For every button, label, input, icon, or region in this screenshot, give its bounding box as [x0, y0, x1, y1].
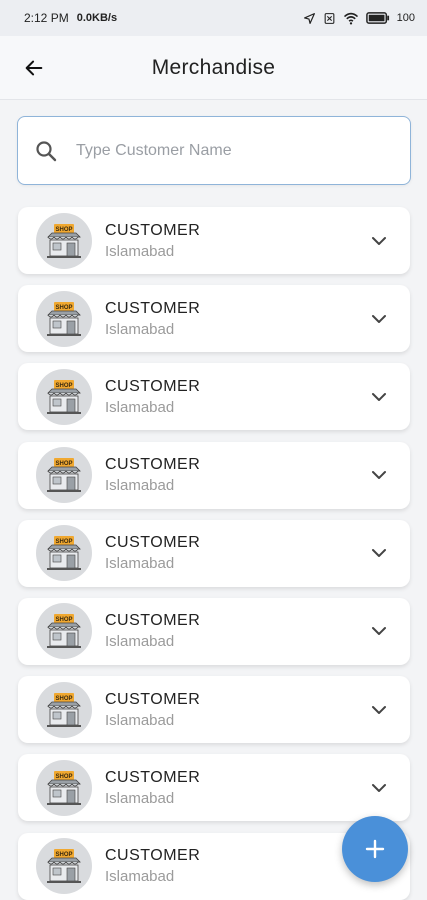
shop-icon: SHOP	[47, 770, 81, 805]
shop-icon: SHOP	[47, 849, 81, 883]
avatar: SHOP	[36, 212, 92, 269]
customer-card[interactable]: SHOP CUSTOMER Islamabad	[18, 519, 410, 587]
chevron-down-icon	[372, 471, 386, 480]
customer-card[interactable]: SHOP CUSTOMER Islamabad	[18, 207, 410, 274]
search-icon	[36, 140, 57, 161]
customer-info: CUSTOMER Islamabad	[105, 454, 200, 496]
shop-sign-text: SHOP	[55, 461, 72, 467]
arrow-left-icon	[25, 60, 43, 76]
customer-info: CUSTOMER Islamabad	[105, 610, 200, 652]
status-network-speed: 0.0KB/s	[76, 12, 118, 24]
expand-button[interactable]	[370, 779, 388, 797]
customer-city: Islamabad	[105, 477, 175, 495]
customer-city: Islamabad	[105, 633, 175, 651]
search-input[interactable]	[76, 141, 376, 160]
chevron-down-icon	[372, 314, 386, 323]
customer-name: CUSTOMER	[105, 690, 201, 708]
shop-icon: SHOP	[47, 458, 81, 493]
avatar: SHOP	[36, 838, 92, 894]
customer-info: CUSTOMER Islamabad	[105, 298, 200, 340]
shop-sign-text: SHOP	[55, 696, 72, 702]
chevron-down-icon	[372, 236, 386, 245]
customer-info: CUSTOMER Islamabad	[105, 220, 200, 262]
search-box[interactable]	[17, 116, 411, 185]
wifi-icon	[343, 12, 358, 25]
shop-icon: SHOP	[47, 379, 81, 414]
shop-sign-text: SHOP	[55, 227, 72, 233]
shop-icon: SHOP	[47, 536, 81, 571]
customer-name: CUSTOMER	[105, 299, 201, 317]
customer-info: CUSTOMER Islamabad	[105, 767, 200, 809]
expand-button[interactable]	[370, 466, 388, 484]
shop-icon: SHOP	[47, 692, 81, 727]
expand-button[interactable]	[370, 544, 388, 562]
shop-icon: SHOP	[47, 614, 81, 649]
expand-button[interactable]	[370, 701, 388, 719]
back-button[interactable]	[20, 54, 48, 82]
customer-card[interactable]: SHOP CUSTOMER Islamabad	[18, 597, 410, 665]
customer-list: SHOP CUSTOMER Islamabad SHOP CUSTOMER Is…	[18, 207, 410, 900]
shop-sign-text: SHOP	[55, 539, 72, 545]
avatar: SHOP	[36, 525, 92, 582]
chevron-down-icon	[372, 627, 386, 636]
app-bar: Merchandise	[0, 36, 427, 100]
avatar: SHOP	[36, 681, 92, 738]
shop-sign-text: SHOP	[55, 305, 72, 311]
customer-name: CUSTOMER	[105, 377, 201, 395]
customer-card[interactable]: SHOP CUSTOMER Islamabad	[18, 285, 410, 353]
shop-icon: SHOP	[47, 301, 81, 336]
battery-level: 100	[396, 12, 415, 24]
customer-city: Islamabad	[105, 398, 175, 416]
chevron-down-icon	[372, 392, 386, 401]
avatar: SHOP	[36, 759, 92, 816]
shop-sign-text: SHOP	[55, 774, 72, 780]
customer-card[interactable]: SHOP CUSTOMER Islamabad	[18, 754, 410, 822]
avatar: SHOP	[36, 368, 92, 425]
status-time: 2:12 PM	[24, 11, 69, 25]
customer-card[interactable]: SHOP CUSTOMER Islamabad	[18, 441, 410, 509]
shop-icon: SHOP	[47, 223, 81, 258]
status-right: 100	[303, 12, 415, 25]
customer-name: CUSTOMER	[105, 456, 201, 474]
expand-button[interactable]	[370, 232, 388, 250]
status-left: 2:12 PM 0.0KB/s	[24, 11, 117, 25]
expand-button[interactable]	[370, 622, 388, 640]
customer-name: CUSTOMER	[105, 221, 201, 239]
customer-city: Islamabad	[105, 868, 175, 885]
customer-city: Islamabad	[105, 320, 175, 338]
customer-info: CUSTOMER Islamabad	[105, 845, 200, 887]
expand-button[interactable]	[370, 310, 388, 328]
shop-sign-text: SHOP	[55, 383, 72, 389]
shop-sign-text: SHOP	[55, 617, 72, 623]
customer-city: Islamabad	[105, 789, 175, 807]
customer-name: CUSTOMER	[105, 768, 201, 786]
add-customer-button[interactable]	[342, 816, 408, 882]
no-sim-icon	[324, 12, 335, 24]
customer-name: CUSTOMER	[105, 847, 201, 864]
page-title: Merchandise	[151, 56, 276, 79]
shop-sign-text: SHOP	[55, 852, 72, 858]
avatar: SHOP	[36, 603, 92, 660]
customer-city: Islamabad	[105, 711, 175, 729]
customer-info: CUSTOMER Islamabad	[105, 532, 200, 574]
avatar: SHOP	[36, 447, 92, 504]
customer-city: Islamabad	[105, 242, 175, 260]
battery-icon	[365, 12, 389, 24]
chevron-down-icon	[372, 705, 386, 714]
expand-button[interactable]	[370, 388, 388, 406]
customer-card[interactable]: SHOP CUSTOMER Islamabad	[18, 363, 410, 431]
customer-info: CUSTOMER Islamabad	[105, 689, 200, 731]
customer-city: Islamabad	[105, 555, 175, 573]
customer-name: CUSTOMER	[105, 612, 201, 630]
chevron-down-icon	[372, 549, 386, 558]
avatar: SHOP	[36, 290, 92, 347]
location-arrow-icon	[303, 12, 315, 24]
customer-info: CUSTOMER Islamabad	[105, 376, 200, 418]
customer-card[interactable]: SHOP CUSTOMER Islamabad	[18, 676, 410, 744]
plus-icon	[365, 839, 385, 859]
chevron-down-icon	[372, 783, 386, 792]
status-bar: 2:12 PM 0.0KB/s 100	[0, 0, 427, 36]
customer-name: CUSTOMER	[105, 534, 201, 552]
